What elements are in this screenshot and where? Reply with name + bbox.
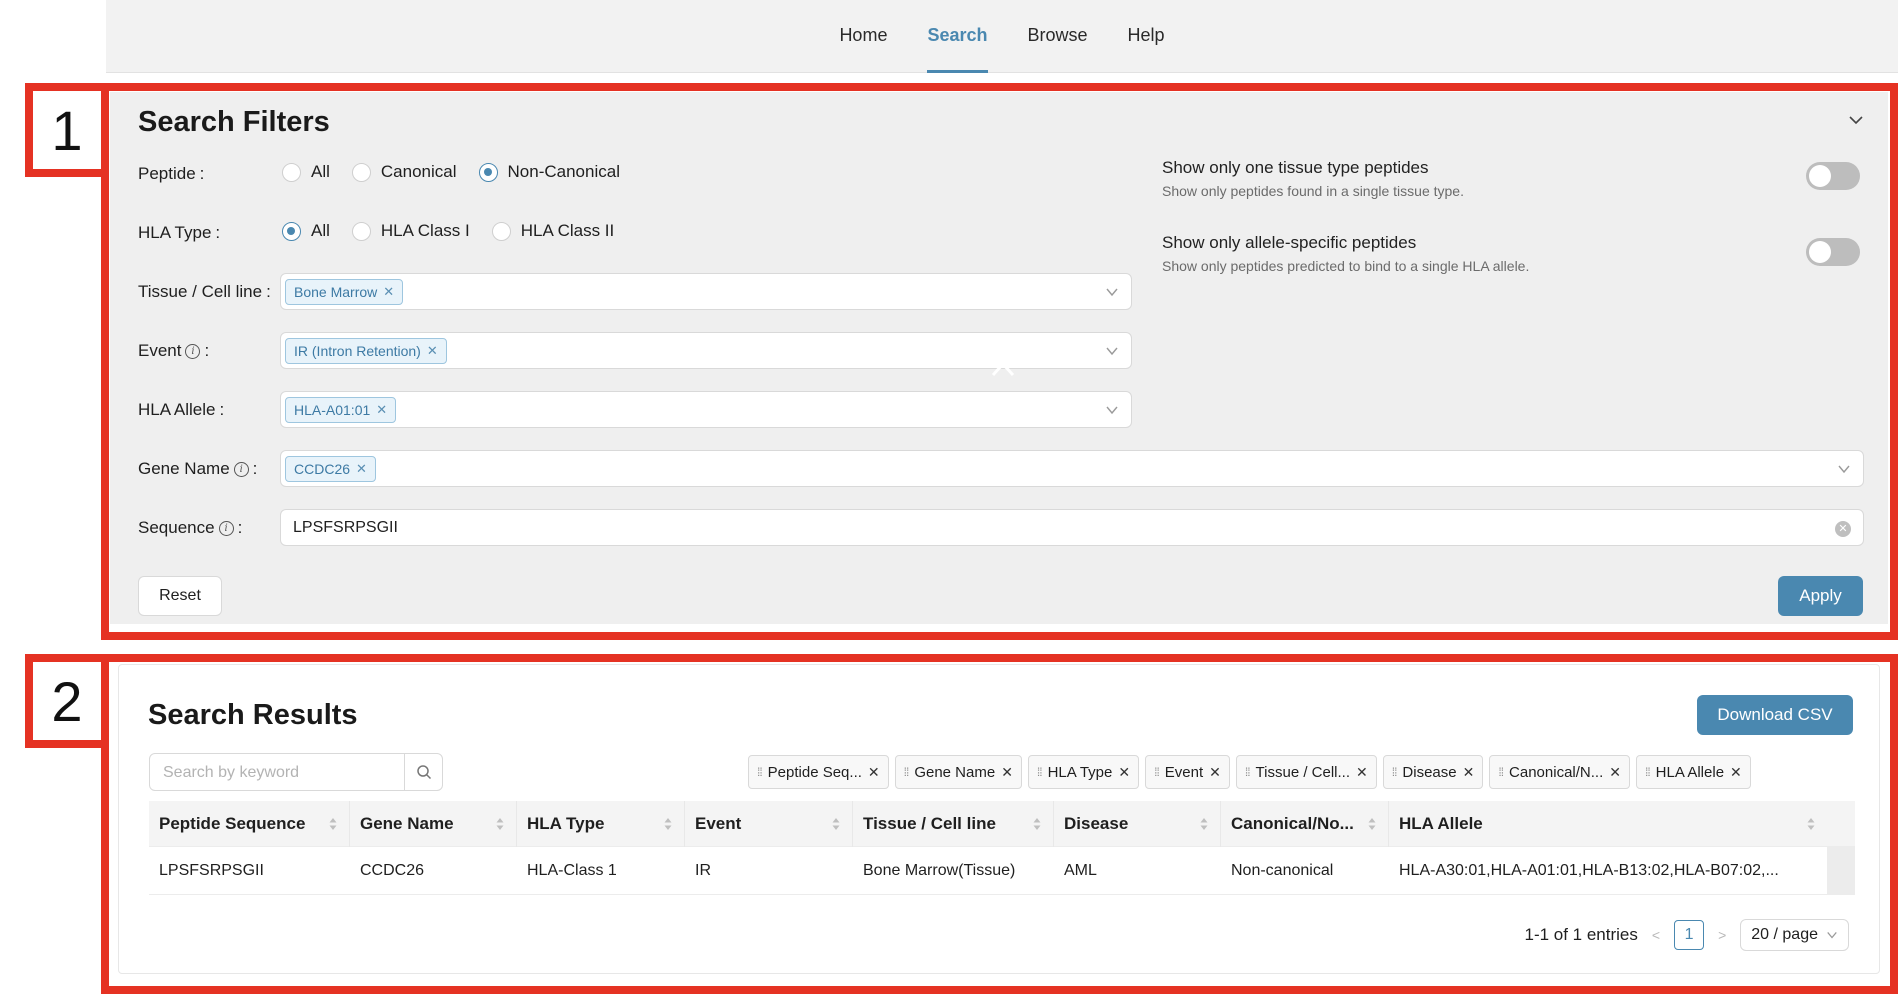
annotation-box-1: [101, 83, 1898, 640]
main-nav: Home Search Browse Help: [106, 0, 1898, 73]
annotation-label-1: 1: [25, 83, 109, 177]
annotation-label-2: 2: [25, 654, 109, 748]
nav-browse[interactable]: Browse: [1028, 0, 1088, 73]
nav-help[interactable]: Help: [1128, 0, 1165, 73]
nav-search[interactable]: Search: [927, 0, 988, 73]
annotation-box-2: [101, 654, 1898, 994]
nav-home[interactable]: Home: [839, 0, 887, 73]
page: Home Search Browse Help Search Filters P…: [0, 0, 1898, 994]
top-nav-bar: Home Search Browse Help: [106, 0, 1898, 73]
